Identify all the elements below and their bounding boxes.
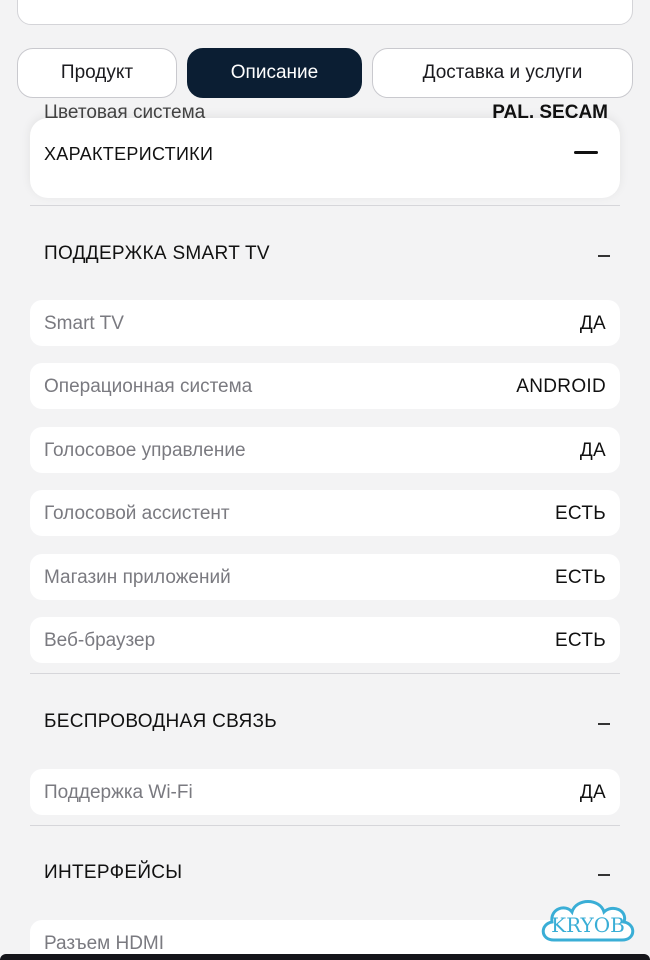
spec-label: Разъем HDMI [44, 933, 165, 954]
watermark-text: KRYOB [551, 913, 625, 937]
spec-value: ДА [579, 440, 606, 461]
spec-value: ЕСТЬ [554, 630, 606, 651]
spec-label: Магазин приложений [44, 567, 231, 588]
spec-value: ЕСТЬ [554, 503, 606, 524]
spec-label: Веб-браузер [44, 630, 156, 651]
spec-row-partial: Цветовая система PAL, SECAM [30, 100, 620, 120]
section-title-smart-tv[interactable]: ПОДДЕРЖКА SMART TV [44, 243, 270, 265]
section-title-wireless[interactable]: БЕСПРОВОДНАЯ СВЯЗЬ [44, 711, 277, 733]
divider [30, 825, 620, 826]
tab-delivery[interactable]: Доставка и услуги [372, 48, 633, 98]
spec-row: Smart TV ДА [30, 300, 620, 346]
spec-label: Операционная система [44, 376, 253, 397]
tab-description[interactable]: Описание [187, 48, 362, 98]
spec-label: Smart TV [44, 313, 124, 334]
spec-label: Голосовое управление [44, 440, 246, 461]
spec-value: ДА [579, 313, 606, 334]
divider [30, 673, 620, 674]
divider [30, 205, 620, 206]
cloud-icon: KRYOB [541, 900, 635, 942]
collapse-icon[interactable] [574, 151, 598, 154]
tab-product[interactable]: Продукт [17, 48, 177, 98]
spec-row: Магазин приложений ЕСТЬ [30, 554, 620, 600]
collapse-icon[interactable] [598, 723, 610, 725]
bottom-bar [0, 954, 650, 960]
section-title-interfaces[interactable]: ИНТЕРФЕЙСЫ [44, 862, 182, 884]
collapse-icon[interactable] [598, 255, 610, 257]
spec-row: Веб-браузер ЕСТЬ [30, 617, 620, 663]
top-card [17, 0, 633, 25]
spec-row: Поддержка Wi-Fi ДА [30, 769, 620, 815]
spec-row: Операционная система ANDROID [30, 363, 620, 409]
spec-row: Голосовой ассистент ЕСТЬ [30, 490, 620, 536]
spec-value: ДА [579, 782, 606, 803]
spec-value: ЕСТЬ [554, 567, 606, 588]
watermark-logo: KRYOB [536, 890, 640, 954]
spec-value: ANDROID [516, 376, 606, 397]
characteristics-title: ХАРАКТЕРИСТИКИ [44, 144, 214, 164]
tab-bar: Продукт Описание Доставка и услуги [0, 48, 650, 100]
spec-row: Голосовое управление ДА [30, 427, 620, 473]
characteristics-header[interactable]: ХАРАКТЕРИСТИКИ [30, 118, 620, 198]
spec-label: Голосовой ассистент [44, 503, 230, 524]
collapse-icon[interactable] [598, 874, 610, 876]
spec-label: Поддержка Wi-Fi [44, 782, 193, 803]
